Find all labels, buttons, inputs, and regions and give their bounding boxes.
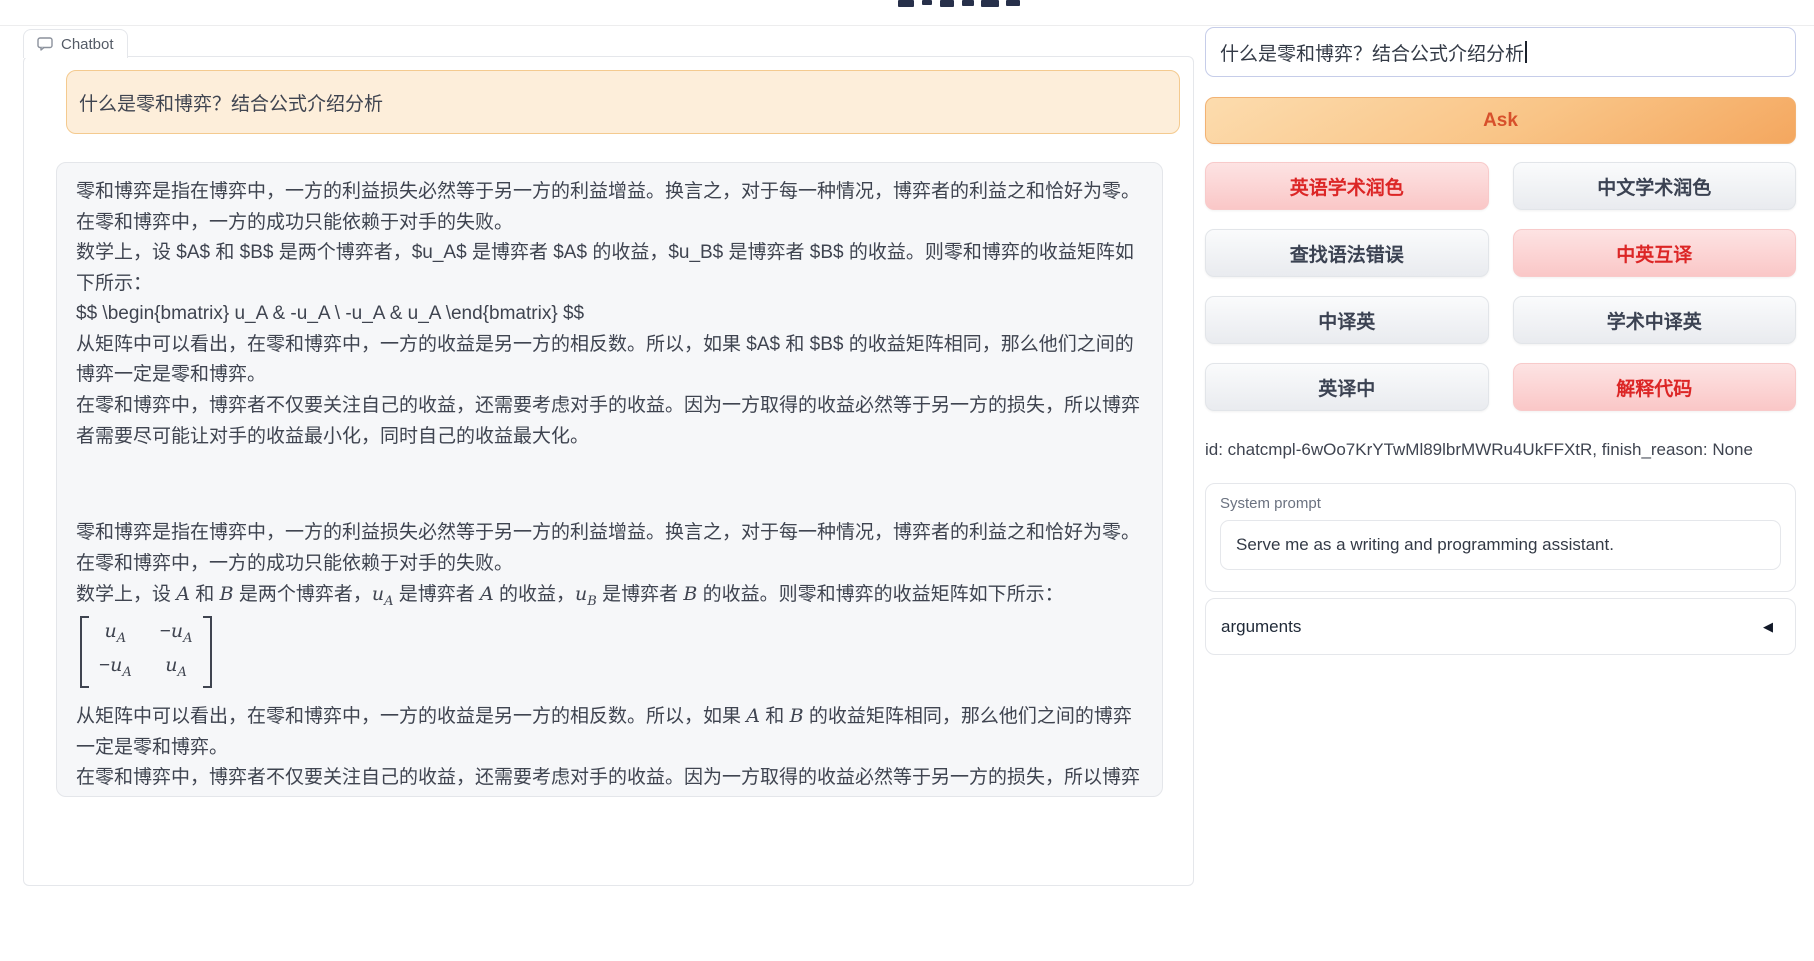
- bot-message-paragraph: 数学上，设 A 和 B 是两个博弈者，uA 是博弈者 A 的收益，uB 是博弈者…: [76, 579, 1144, 613]
- chat-bubble-icon: [37, 37, 53, 51]
- app-root: Chatbot 什么是零和博弈？结合公式介绍分析 零和博弈是指在博弈中，一方的利…: [0, 0, 1814, 961]
- ask-button[interactable]: Ask: [1205, 97, 1796, 144]
- user-message: 什么是零和博弈？结合公式介绍分析: [66, 70, 1180, 134]
- chatbot-panel-label-text: Chatbot: [61, 36, 114, 53]
- quick-button-grid: 英语学术润色中文学术润色查找语法错误中英互译中译英学术中译英英译中解释代码: [1205, 162, 1796, 411]
- bot-message-paragraph: 数学上，设 $A$ 和 $B$ 是两个博弈者，$u_A$ 是博弈者 $A$ 的收…: [76, 238, 1144, 299]
- quick-button-1[interactable]: 中文学术润色: [1513, 162, 1797, 210]
- prompt-input-value: 什么是零和博弈？结合公式介绍分析: [1220, 39, 1524, 66]
- text-caret: [1525, 41, 1527, 63]
- quick-button-4[interactable]: 中译英: [1205, 296, 1489, 344]
- arguments-accordion-label: arguments: [1221, 617, 1301, 637]
- bot-message-paragraph: $$ \begin{bmatrix} u_A & -u_A \ -u_A & u…: [76, 299, 1144, 330]
- title-glyph-fragment: [981, 0, 999, 7]
- bot-message-paragraph: 在零和博弈中，博弈者不仅要关注自己的收益，还需要考虑对手的收益。因为一方取得的收…: [76, 763, 1144, 797]
- title-glyph-fragment: [898, 0, 914, 7]
- quick-button-5[interactable]: 学术中译英: [1513, 296, 1797, 344]
- bot-message-paragraph: 从矩阵中可以看出，在零和博弈中，一方的收益是另一方的相反数。所以，如果 A 和 …: [76, 701, 1144, 763]
- container-top-border: [0, 25, 1814, 26]
- accordion-collapsed-triangle-icon: ◀: [1763, 619, 1773, 635]
- system-prompt-value: Serve me as a writing and programming as…: [1236, 535, 1614, 555]
- bot-message-paragraph: 零和博弈是指在博弈中，一方的利益损失必然等于另一方的利益增益。换言之，对于每一种…: [76, 518, 1144, 579]
- bot-message-body: 零和博弈是指在博弈中，一方的利益损失必然等于另一方的利益增益。换言之，对于每一种…: [76, 177, 1144, 797]
- system-prompt-input[interactable]: Serve me as a writing and programming as…: [1220, 520, 1781, 570]
- bot-message-paragraph: 在零和博弈中，博弈者不仅要关注自己的收益，还需要考虑对手的收益。因为一方取得的收…: [76, 391, 1144, 452]
- bot-message-paragraph: 从矩阵中可以看出，在零和博弈中，一方的收益是另一方的相反数。所以，如果 $A$ …: [76, 330, 1144, 391]
- arguments-accordion-header[interactable]: arguments ◀: [1205, 598, 1796, 655]
- quick-button-0[interactable]: 英语学术润色: [1205, 162, 1489, 210]
- paragraph-gap: [76, 452, 1144, 518]
- bot-message-paragraph: 零和博弈是指在博弈中，一方的利益损失必然等于另一方的利益增益。换言之，对于每一种…: [76, 177, 1144, 238]
- system-prompt-label: System prompt: [1220, 495, 1781, 512]
- quick-button-2[interactable]: 查找语法错误: [1205, 229, 1489, 277]
- title-glyph-fragment: [962, 0, 974, 6]
- user-message-text: 什么是零和博弈？结合公式介绍分析: [79, 89, 383, 116]
- quick-button-3[interactable]: 中英互译: [1513, 229, 1797, 277]
- system-prompt-card: System prompt Serve me as a writing and …: [1205, 483, 1796, 592]
- title-glyph-fragment: [922, 0, 932, 5]
- bot-message: 零和博弈是指在博弈中，一方的利益损失必然等于另一方的利益增益。换言之，对于每一种…: [56, 162, 1163, 797]
- completion-status-line: id: chatcmpl-6wOo7KrYTwMl89lbrMWRu4UkFFX…: [1205, 440, 1796, 460]
- title-glyph-fragment: [940, 0, 954, 7]
- prompt-input[interactable]: 什么是零和博弈？结合公式介绍分析: [1205, 27, 1796, 77]
- chatbot-panel-label: Chatbot: [23, 29, 128, 58]
- title-glyph-fragment: [1006, 0, 1020, 6]
- quick-button-6[interactable]: 英译中: [1205, 363, 1489, 411]
- quick-button-7[interactable]: 解释代码: [1513, 363, 1797, 411]
- payoff-matrix: uA−uA−uAuA: [80, 616, 1144, 698]
